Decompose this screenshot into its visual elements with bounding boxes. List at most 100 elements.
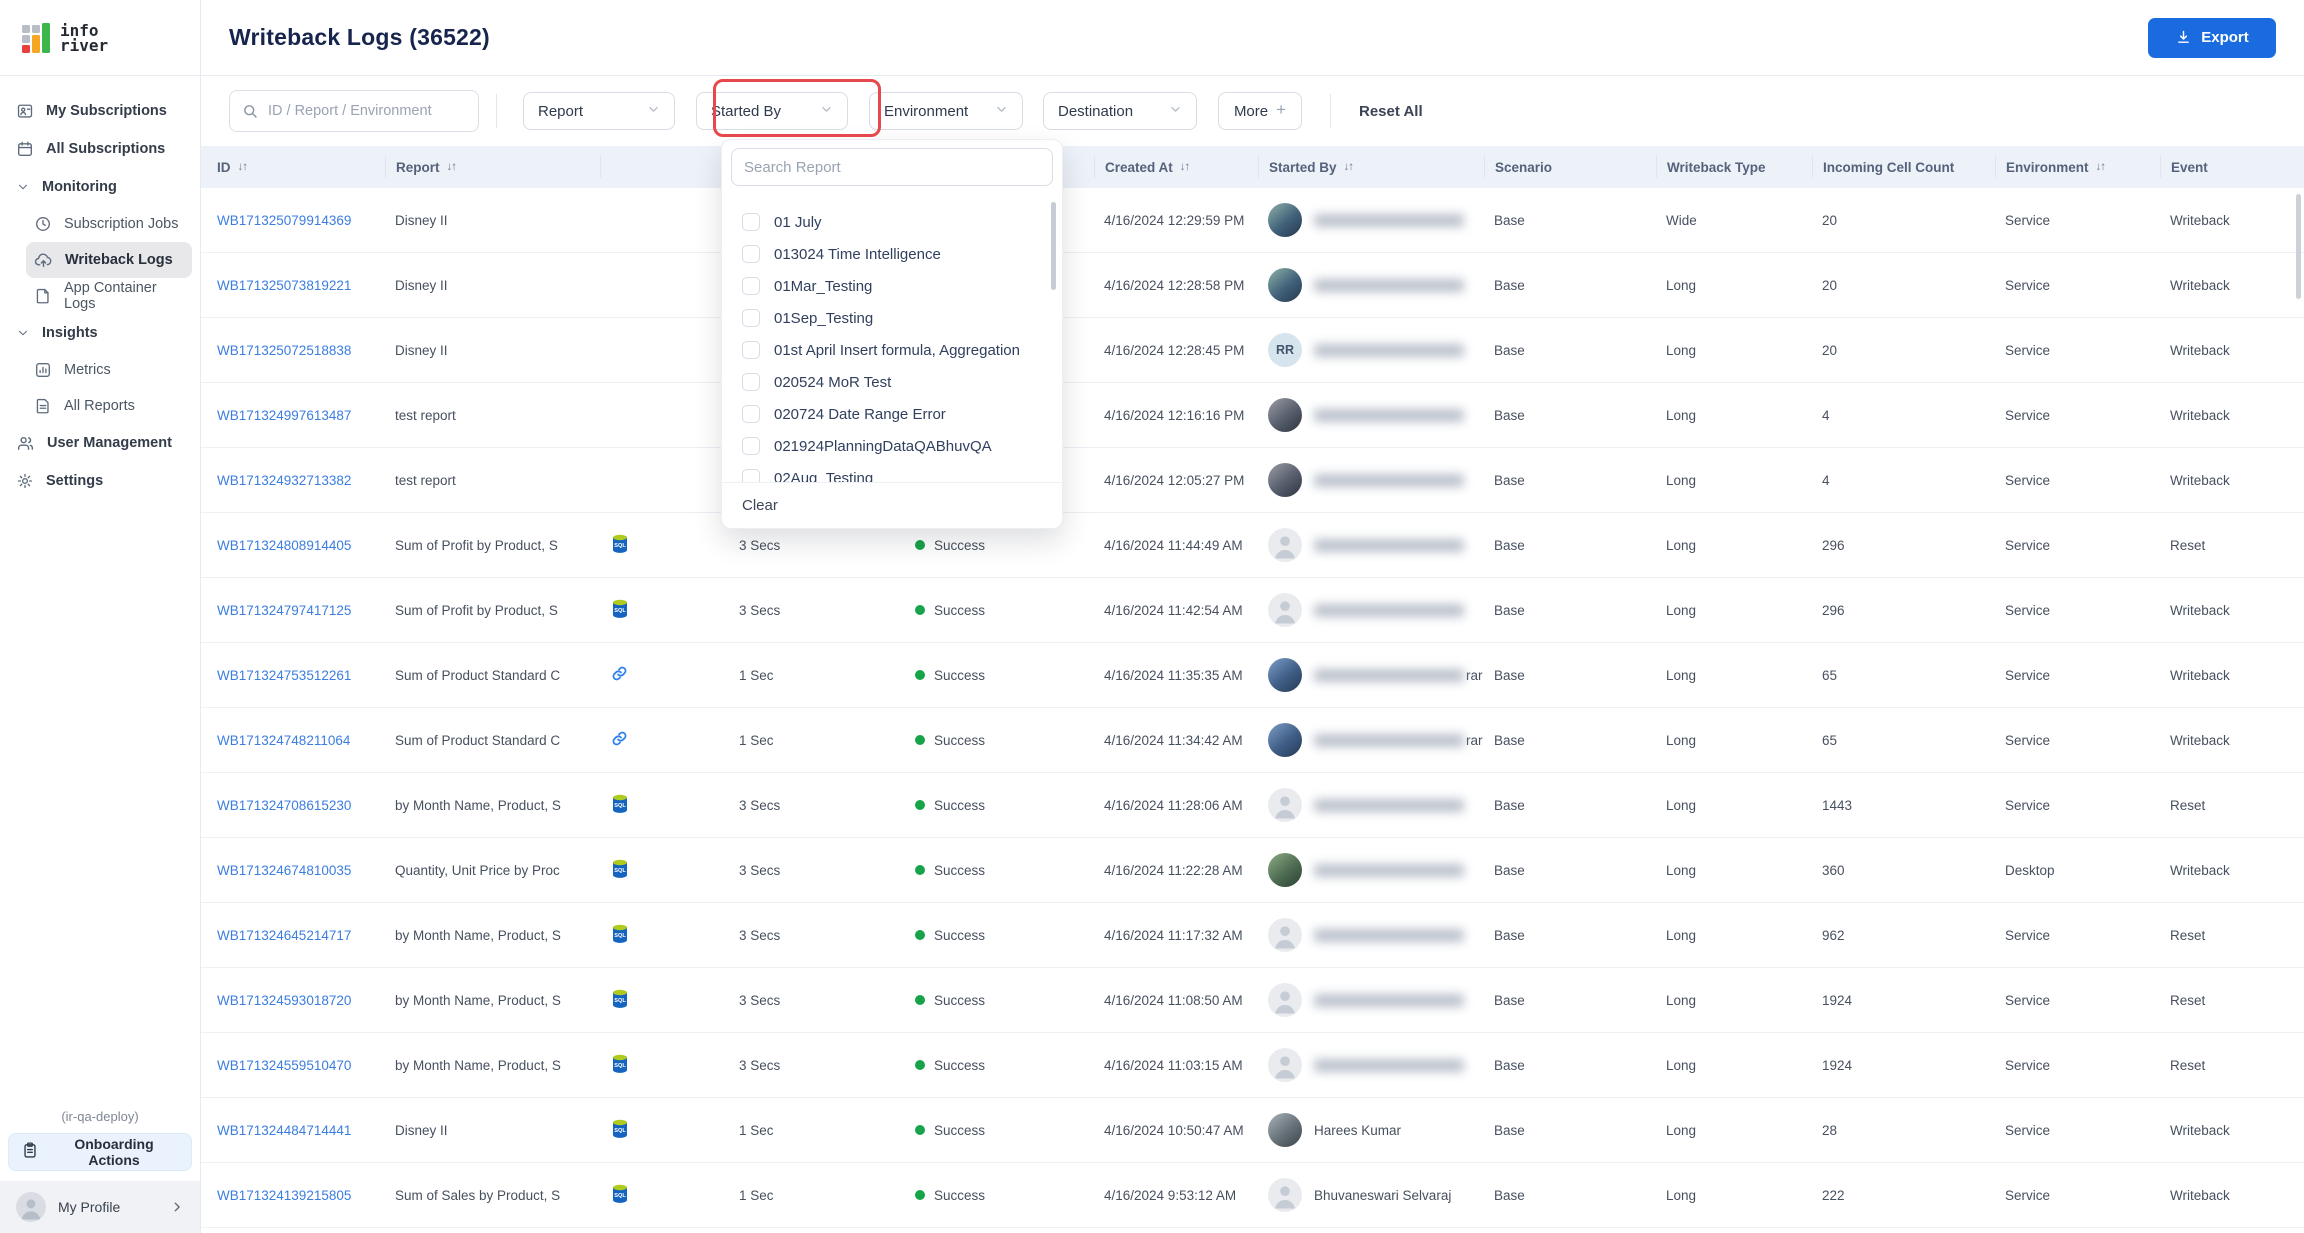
sidebar-item-label: Subscription Jobs: [64, 216, 178, 232]
log-id-link[interactable]: WB171324593018720: [217, 993, 351, 1008]
log-id-link[interactable]: WB171324674810035: [217, 863, 351, 878]
main-content: Writeback Logs (36522) Export ReportStar…: [201, 0, 2304, 1233]
clear-selection-button[interactable]: Clear: [722, 482, 1062, 528]
sort-arrows-icon[interactable]: ↓↑: [238, 161, 248, 173]
sidebar-item-my-subscriptions[interactable]: My Subscriptions: [8, 92, 192, 130]
sidebar-item-all-reports[interactable]: All Reports: [26, 388, 192, 424]
sort-arrows-icon[interactable]: ↓↑: [447, 161, 457, 173]
log-id-link[interactable]: WB171324808914405: [217, 538, 351, 553]
report-option[interactable]: 020724 Date Range Error: [722, 398, 1062, 430]
report-search-input[interactable]: [744, 159, 1040, 176]
report-option[interactable]: 01Sep_Testing: [722, 302, 1062, 334]
search-input[interactable]: [268, 103, 466, 119]
sort-arrows-icon[interactable]: ↓↑: [2096, 161, 2106, 173]
checkbox[interactable]: [742, 245, 760, 263]
writeback-type-value: Long: [1666, 1123, 1696, 1138]
sidebar-item-monitoring[interactable]: Monitoring: [8, 168, 192, 206]
sql-database-icon: SQL: [610, 988, 630, 1013]
log-id-link[interactable]: WB171324753512261: [217, 668, 351, 683]
report-option[interactable]: 013024 Time Intelligence: [722, 238, 1062, 270]
column-header-created-at[interactable]: Created At↓↑: [1094, 156, 1258, 178]
column-header-incoming-cell-count[interactable]: Incoming Cell Count: [1812, 156, 1995, 178]
incoming-cell-count-value: 20: [1822, 278, 1837, 293]
sidebar-item-writeback-logs[interactable]: Writeback Logs: [26, 242, 192, 278]
checkbox[interactable]: [742, 469, 760, 482]
search-box[interactable]: [229, 90, 479, 132]
cell-created-at: 4/16/2024 11:34:42 AM: [1094, 733, 1258, 748]
avatar: [1268, 918, 1302, 952]
export-button[interactable]: Export: [2148, 18, 2276, 58]
log-id-link[interactable]: WB171325073819221: [217, 278, 351, 293]
log-id-link[interactable]: WB171324559510470: [217, 1058, 351, 1073]
environment-value: Service: [2005, 668, 2050, 683]
cell-report: Sum of Product Standard C: [385, 668, 600, 683]
log-id-link[interactable]: WB171324748211064: [217, 733, 350, 748]
sort-arrows-icon[interactable]: ↓↑: [1180, 161, 1190, 173]
report-option[interactable]: 01st April Insert formula, Aggregation: [722, 334, 1062, 366]
checkbox[interactable]: [742, 213, 760, 231]
checkbox[interactable]: [742, 277, 760, 295]
checkbox[interactable]: [742, 341, 760, 359]
report-option[interactable]: 02Aug_Testing: [722, 462, 1062, 482]
sidebar-item-settings[interactable]: Settings: [8, 462, 192, 500]
cell-scenario: Base: [1484, 1188, 1656, 1203]
cell-duration: 3 Secs: [729, 928, 905, 943]
report-option[interactable]: 021924PlanningDataQABhuvQA: [722, 430, 1062, 462]
log-id-link[interactable]: WB171325079914369: [217, 213, 351, 228]
sidebar-item-subscription-jobs[interactable]: Subscription Jobs: [26, 206, 192, 242]
file-icon: [34, 287, 52, 305]
cell-environment: Service: [1995, 993, 2160, 1008]
my-profile-button[interactable]: My Profile: [0, 1181, 200, 1233]
dropdown-scrollbar[interactable]: [1051, 202, 1056, 290]
log-id-link[interactable]: WB171325072518838: [217, 343, 351, 358]
cell-scenario: Base: [1484, 213, 1656, 228]
report-option[interactable]: 020524 MoR Test: [722, 366, 1062, 398]
log-id-link[interactable]: WB171324797417125: [217, 603, 351, 618]
log-id-link[interactable]: WB171324139215805: [217, 1188, 351, 1203]
column-header-id[interactable]: ID↓↑: [201, 156, 385, 178]
sidebar-item-insights[interactable]: Insights: [8, 314, 192, 352]
log-id-link[interactable]: WB171324932713382: [217, 473, 351, 488]
checkbox[interactable]: [742, 373, 760, 391]
filter-dropdown-destination[interactable]: Destination: [1043, 92, 1197, 130]
filter-dropdown-environment[interactable]: Environment: [869, 92, 1023, 130]
column-header-writeback-type[interactable]: Writeback Type: [1656, 156, 1812, 178]
table-row: WB171325072518838Disney IISuccess4/16/20…: [201, 318, 2304, 383]
writeback-type-value: Long: [1666, 473, 1696, 488]
sidebar-item-metrics[interactable]: Metrics: [26, 352, 192, 388]
column-header-scenario[interactable]: Scenario: [1484, 156, 1656, 178]
filter-dropdown-report[interactable]: Report: [523, 92, 675, 130]
table-scrollbar[interactable]: [2296, 194, 2301, 299]
column-header-event[interactable]: Event: [2160, 156, 2304, 178]
sql-database-icon: SQL: [610, 858, 630, 883]
onboarding-actions-button[interactable]: Onboarding Actions: [8, 1133, 192, 1171]
user-name: Harees Kumar: [1314, 1123, 1401, 1138]
log-id-link[interactable]: WB171324997613487: [217, 408, 351, 423]
log-id-link[interactable]: WB171324484714441: [217, 1123, 351, 1138]
column-header-environment[interactable]: Environment↓↑: [1995, 156, 2160, 178]
report-search-box[interactable]: [731, 148, 1053, 186]
cell-duration: 3 Secs: [729, 538, 905, 553]
cell-started-by: rar: [1258, 658, 1484, 692]
checkbox[interactable]: [742, 405, 760, 423]
sort-arrows-icon[interactable]: ↓↑: [1344, 161, 1354, 173]
column-header-report[interactable]: Report↓↑: [385, 156, 600, 178]
report-option[interactable]: 01 July: [722, 206, 1062, 238]
filter-dropdown-started-by[interactable]: Started By: [696, 92, 848, 130]
report-option[interactable]: 01Mar_Testing: [722, 270, 1062, 302]
more-filters-button[interactable]: More +: [1218, 92, 1302, 130]
checkbox[interactable]: [742, 309, 760, 327]
sidebar-item-all-subscriptions[interactable]: All Subscriptions: [8, 130, 192, 168]
sidebar-item-app-container-logs[interactable]: App Container Logs: [26, 278, 192, 314]
cell-writeback-type: Long: [1656, 408, 1812, 423]
cell-report: by Month Name, Product, S: [385, 1058, 600, 1073]
sidebar-item-user-management[interactable]: User Management: [8, 424, 192, 462]
column-header-started-by[interactable]: Started By↓↑: [1258, 156, 1484, 178]
reset-all-button[interactable]: Reset All: [1359, 103, 1423, 120]
chevron-down-icon: [16, 326, 30, 340]
log-id-link[interactable]: WB171324708615230: [217, 798, 351, 813]
log-id-link[interactable]: WB171324645214717: [217, 928, 351, 943]
event-value: Reset: [2170, 538, 2205, 553]
checkbox[interactable]: [742, 437, 760, 455]
report-icon: [34, 397, 52, 415]
